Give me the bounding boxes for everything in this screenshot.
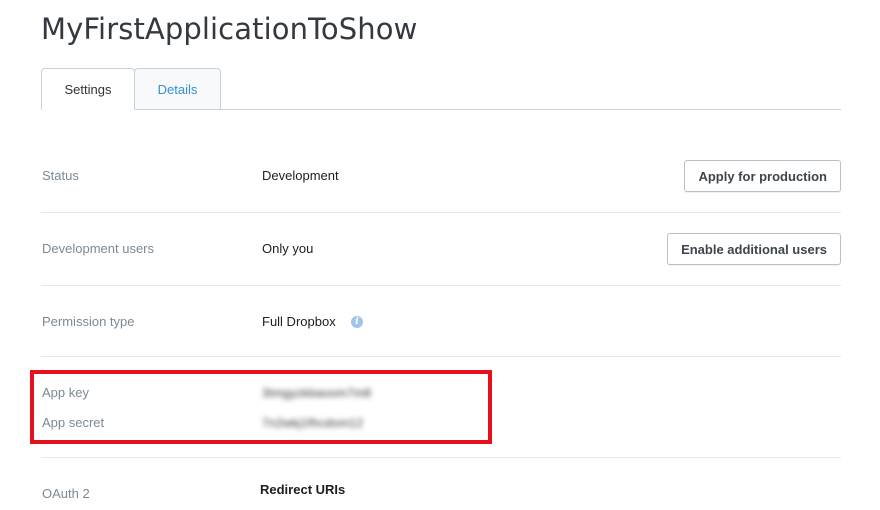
dev-users-label: Development users — [42, 241, 154, 256]
credentials-row: App key 3tmgyzkbaoom7m8 App secret 7n2wk… — [41, 357, 841, 458]
app-secret-value: 7n2wkj1fhcdom12 — [262, 416, 364, 430]
tab-bar: Settings Details — [41, 68, 841, 110]
permission-row: Permission type Full Dropbox i — [41, 286, 841, 357]
app-secret-label: App secret — [42, 415, 105, 430]
app-key-value: 3tmgyzkbaoom7m8 — [262, 386, 372, 400]
dev-users-row: Development users Only you Enable additi… — [41, 213, 841, 286]
info-icon[interactable]: i — [351, 316, 363, 328]
page-title: MyFirstApplicationToShow — [41, 12, 418, 46]
dev-users-value: Only you — [262, 241, 314, 256]
oauth-row: OAuth 2 Redirect URIs — [41, 458, 841, 510]
tab-details[interactable]: Details — [134, 68, 221, 110]
status-row: Status Development Apply for production — [41, 140, 841, 213]
permission-value: Full Dropbox — [262, 314, 336, 329]
tab-settings[interactable]: Settings — [41, 68, 135, 110]
permission-label: Permission type — [42, 314, 135, 329]
oauth-label: OAuth 2 — [42, 486, 90, 501]
app-settings-page: MyFirstApplicationToShow Settings Detail… — [0, 0, 880, 510]
status-value: Development — [262, 168, 339, 183]
app-key-label: App key — [42, 385, 89, 400]
redirect-uris-heading: Redirect URIs — [260, 482, 346, 497]
status-label: Status — [42, 168, 79, 183]
enable-users-button[interactable]: Enable additional users — [667, 233, 841, 265]
apply-production-button[interactable]: Apply for production — [684, 160, 841, 192]
